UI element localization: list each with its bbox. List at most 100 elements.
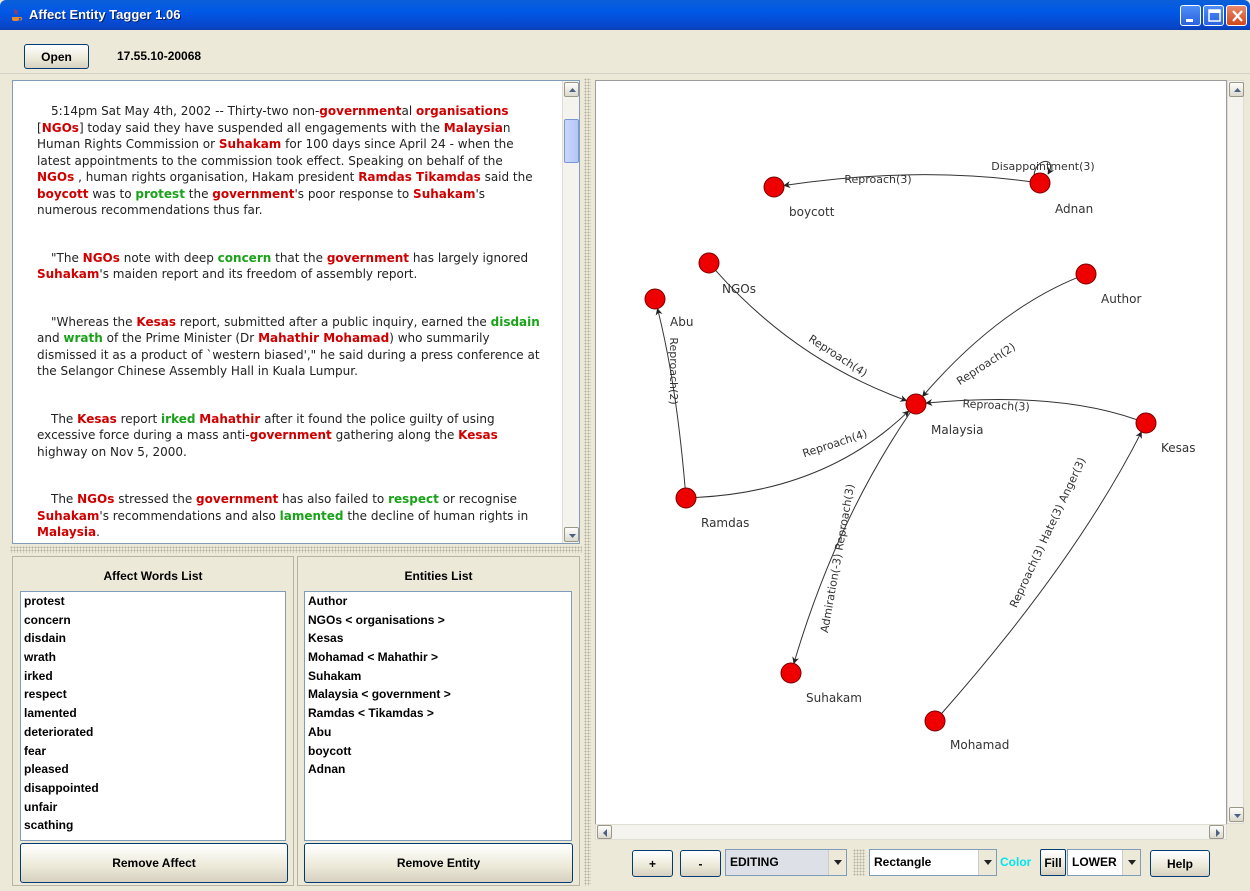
remove-entity-button[interactable]: Remove Entity [304, 843, 573, 883]
vertical-splitter[interactable] [584, 78, 591, 886]
affect-word-item[interactable]: unfair [21, 798, 285, 817]
text-run: or recognise [438, 492, 517, 506]
graph-node[interactable] [1029, 172, 1051, 194]
entity-item[interactable]: boycott [305, 742, 571, 761]
node-label: Mohamad [950, 738, 1009, 752]
entity-highlight: NGOs [41, 120, 79, 135]
scroll-down-button[interactable] [564, 527, 579, 542]
graph-scroll-up-button[interactable] [1229, 82, 1244, 97]
chevron-down-icon[interactable] [1122, 850, 1140, 875]
text-run: was to [88, 186, 136, 201]
graph-scroll-left-button[interactable] [597, 825, 612, 839]
entity-item[interactable]: Malaysia < government > [305, 685, 571, 704]
entity-highlight: Mahathir [199, 411, 261, 426]
zoom-out-button[interactable]: - [680, 850, 721, 877]
shape-select-value: Rectangle [874, 855, 932, 869]
scroll-up-button[interactable] [564, 82, 579, 97]
graph-edge[interactable] [925, 399, 1137, 421]
affect-word-item[interactable]: protest [21, 592, 285, 611]
affect-word-item[interactable]: wrath [21, 648, 285, 667]
node-label: Ramdas [701, 516, 749, 530]
color-toggle[interactable]: Color [1000, 849, 1031, 876]
graph-node[interactable] [924, 710, 946, 732]
entity-item[interactable]: NGOs < organisations > [305, 611, 571, 630]
graph-node[interactable] [1135, 412, 1157, 434]
open-button[interactable]: Open [24, 44, 89, 69]
graph-edge[interactable] [941, 431, 1142, 714]
arrow-down-icon [1234, 814, 1241, 818]
affect-word-item[interactable]: scathing [21, 816, 285, 835]
article-paragraph: 5:14pm Sat May 4th, 2002 -- Thirty-two n… [37, 103, 543, 219]
graph-node[interactable] [675, 487, 697, 509]
entity-graph[interactable]: Reproach(3) Disappointment(3) Reproach(4) R… [596, 81, 1226, 839]
graph-node[interactable] [780, 662, 802, 684]
affect-word-item[interactable]: fear [21, 742, 285, 761]
file-name-label: 17.55.10-20068 [117, 49, 202, 63]
article-text[interactable]: 5:14pm Sat May 4th, 2002 -- Thirty-two n… [13, 81, 563, 543]
chevron-down-icon[interactable] [828, 850, 846, 875]
scroll-thumb[interactable] [564, 119, 579, 163]
text-run: of the Prime Minister (Dr [102, 331, 259, 345]
entity-item[interactable]: Adnan [305, 760, 571, 779]
chevron-down-icon[interactable] [978, 850, 996, 875]
affect-word-item[interactable]: concern [21, 611, 285, 630]
edge-label: Reproach(4) [801, 427, 869, 460]
text-run: note with deep [119, 250, 218, 265]
graph-scroll-right-button[interactable] [1209, 825, 1224, 839]
text-run: al [401, 104, 416, 118]
entities-list[interactable]: Author NGOs < organisations > Kesas Mohamad… [304, 591, 572, 841]
layer-select[interactable]: LOWER [1067, 849, 1141, 876]
fill-button[interactable]: Fill [1040, 849, 1066, 876]
minimize-button[interactable] [1180, 5, 1201, 26]
entity-item[interactable]: Abu [305, 723, 571, 742]
entity-highlight: government [326, 250, 409, 265]
close-button[interactable] [1226, 5, 1247, 26]
entity-item[interactable]: Author [305, 592, 571, 611]
affect-word-item[interactable]: disdain [21, 629, 285, 648]
affect-word-item[interactable]: irked [21, 667, 285, 686]
graph-edge[interactable] [922, 277, 1077, 397]
entity-highlight: Suhakam [218, 137, 282, 151]
article-paragraph: The Kesas report irked Mahathir after it… [37, 411, 543, 461]
arrow-down-icon [569, 534, 576, 538]
affect-word-item[interactable]: respect [21, 685, 285, 704]
graph-scroll-down-button[interactable] [1229, 807, 1244, 822]
entity-item[interactable]: Mohamad < Mahathir > [305, 648, 571, 667]
edge-label: Reproach(3) Hate(3) Anger(3) [1007, 455, 1088, 609]
article-text-pane[interactable]: 5:14pm Sat May 4th, 2002 -- Thirty-two n… [12, 80, 580, 544]
maximize-button[interactable] [1203, 5, 1224, 26]
graph-vertical-scrollbar[interactable] [1227, 80, 1244, 824]
node-label: Kesas [1161, 441, 1196, 455]
text-run: has largely ignored [409, 250, 529, 265]
affect-word-item[interactable]: disappointed [21, 779, 285, 798]
graph-node[interactable] [644, 288, 666, 310]
entity-item[interactable]: Ramdas < Tikamdas > [305, 704, 571, 723]
mode-select[interactable]: EDITING [725, 849, 847, 876]
graph-horizontal-scrollbar[interactable] [595, 824, 1227, 840]
affect-word-item[interactable]: pleased [21, 760, 285, 779]
graph-node[interactable] [905, 393, 927, 415]
edge-label: Reproach(2) [954, 340, 1017, 388]
graph-node[interactable] [1075, 263, 1097, 285]
affect-word-item[interactable]: deteriorated [21, 723, 285, 742]
remove-affect-button[interactable]: Remove Affect [20, 843, 288, 883]
mode-select-value: EDITING [730, 855, 779, 869]
graph-node[interactable] [763, 176, 785, 198]
graph-node[interactable] [698, 252, 720, 274]
entity-highlight: Kesas [136, 314, 176, 329]
affect-word-item[interactable]: lamented [21, 704, 285, 723]
affect-highlight: concern [217, 250, 272, 265]
text-run: The [51, 492, 78, 506]
shape-select[interactable]: Rectangle [869, 849, 997, 876]
entity-item[interactable]: Suhakam [305, 667, 571, 686]
affect-highlight: irked [161, 411, 196, 426]
help-button[interactable]: Help [1150, 850, 1210, 877]
text-run: "The [51, 250, 83, 265]
article-vertical-scrollbar[interactable] [562, 81, 579, 543]
zoom-in-button[interactable]: + [632, 850, 673, 877]
graph-canvas[interactable]: Reproach(3) Disappointment(3) Reproach(4) R… [595, 80, 1227, 840]
entity-item[interactable]: Kesas [305, 629, 571, 648]
arrow-left-icon [603, 829, 607, 837]
affect-words-list[interactable]: protest concern disdain wrath irked respect la… [20, 591, 286, 841]
horizontal-splitter[interactable] [10, 546, 582, 553]
